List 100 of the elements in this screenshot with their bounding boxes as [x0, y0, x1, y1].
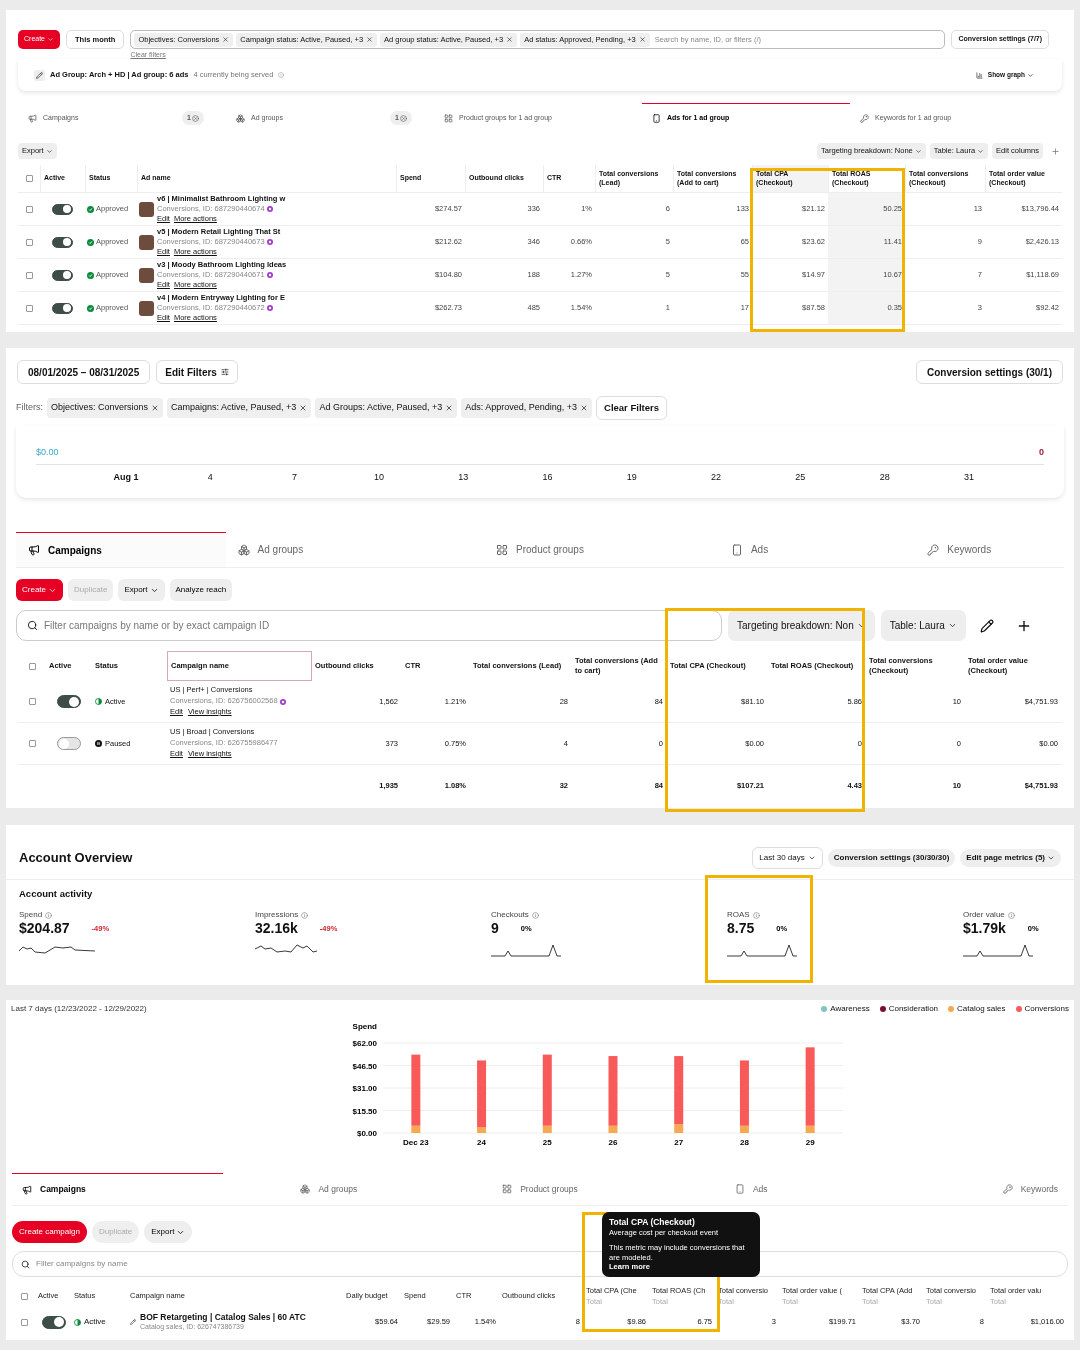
sparkline-drawing [727, 942, 797, 959]
axis-title: Spend [352, 1022, 377, 1031]
close-icon[interactable] [506, 36, 514, 43]
legend-label: Consideration [888, 1003, 939, 1015]
date-range-label: Last 7 days (12/23/2022 - 12/29/2022) [11, 1003, 147, 1015]
info-icon [1007, 911, 1015, 919]
conversion-settings-button[interactable]: Conversion settings (30/30/30) [827, 849, 956, 867]
tab-icon [652, 114, 661, 123]
info-icon [531, 911, 539, 919]
close-icon[interactable] [222, 36, 230, 43]
close-icon[interactable] [445, 404, 454, 412]
tab-label: Campaigns [48, 543, 102, 558]
axis-label: $0.00 [356, 1129, 377, 1138]
tab[interactable]: Keywords [856, 1173, 1068, 1205]
tab-icon [496, 543, 509, 556]
tab[interactable]: Product groups [434, 1173, 646, 1205]
close-icon[interactable] [638, 36, 646, 43]
axis-label: 7 [291, 470, 299, 484]
legend-label: Awareness [830, 1003, 870, 1015]
axis-label: 16 [541, 470, 554, 484]
tab[interactable]: Product groups [435, 532, 645, 567]
filter-chip[interactable]: Ad Groups: Active, Paused, +3 [315, 398, 458, 418]
action-button[interactable]: Create [16, 579, 63, 601]
action-button[interactable]: Export [144, 1221, 193, 1243]
toggle-switch[interactable] [57, 737, 81, 750]
toggle-switch[interactable] [52, 269, 73, 281]
conversion-settings-button[interactable]: Conversion settings (30/1) [915, 360, 1063, 384]
tab[interactable]: Ads [644, 532, 855, 567]
tab-icon [22, 1184, 32, 1195]
targeting-breakdown-dropdown[interactable]: Targeting breakdown: Non [728, 610, 875, 641]
toggle-switch[interactable] [52, 203, 73, 215]
caret-icon [1027, 71, 1034, 79]
tab[interactable]: Ad groups [223, 1173, 435, 1205]
legend-label: Conversions [1024, 1003, 1069, 1015]
close-icon[interactable] [151, 404, 160, 412]
date-range-button[interactable]: 08/01/2025 – 08/31/2025 [17, 360, 151, 384]
axis-label: 4 [206, 470, 214, 484]
action-button[interactable]: Export [118, 579, 165, 601]
edit-metrics-button[interactable]: Edit page metrics (5) [960, 849, 1061, 867]
axis-label: 25 [542, 1138, 552, 1147]
axis-label: 26 [608, 1138, 618, 1147]
checkbox[interactable] [28, 698, 36, 705]
metric-label: Order value [963, 909, 1005, 922]
tab-label: Ads [750, 543, 769, 557]
tab[interactable]: Ad groups [225, 532, 436, 567]
metric-label: ROAS [727, 909, 750, 922]
tab[interactable]: Campaigns [12, 1173, 224, 1205]
search-icon [21, 1259, 30, 1269]
action-button[interactable]: Create campaign [12, 1221, 87, 1243]
filter-chip[interactable]: Objectives: Conversions [47, 398, 164, 418]
caret-icon [807, 854, 816, 862]
caret-icon [914, 147, 922, 155]
axis-label: $62.00 [352, 1039, 377, 1048]
checkbox[interactable] [25, 175, 33, 182]
metric-value: 9 [491, 921, 499, 937]
tab[interactable]: Keywords [854, 532, 1064, 567]
tab-icon [237, 543, 250, 556]
tab-label: Keywords [1020, 1182, 1058, 1196]
tab-icon [1002, 1184, 1013, 1194]
toggle-switch[interactable] [52, 302, 73, 314]
toggle-switch[interactable] [42, 1315, 66, 1329]
tab-icon [730, 543, 743, 556]
edit-icon[interactable] [979, 618, 994, 633]
tab-label: Campaigns [40, 1183, 86, 1196]
close-icon[interactable] [366, 36, 374, 43]
checkbox[interactable] [20, 1318, 28, 1326]
checkbox[interactable] [28, 662, 36, 670]
info-icon [45, 911, 53, 919]
clear-filters-button[interactable]: Clear Filters [596, 396, 667, 420]
close-icon[interactable] [299, 404, 308, 412]
section-title: Account activity [18, 887, 94, 901]
checkbox[interactable] [25, 304, 33, 312]
checkbox[interactable] [25, 238, 33, 246]
action-button[interactable]: Analyze reach [169, 579, 233, 601]
axis-label: 13 [457, 470, 470, 484]
search-placeholder: Filter campaigns by name or by exact campaign ID [44, 619, 270, 633]
edit-filters-button[interactable]: Edit Filters [156, 360, 238, 384]
filter-chip[interactable]: Campaigns: Active, Paused, +3 [167, 398, 312, 418]
metric-value: 32.16k [255, 921, 298, 937]
checkbox[interactable] [25, 271, 33, 279]
axis-label: 22 [710, 470, 723, 484]
toggle-switch[interactable] [57, 695, 81, 708]
tab[interactable]: Campaigns [16, 532, 226, 567]
toggle-switch[interactable] [52, 236, 73, 248]
range-dropdown[interactable]: Last 30 days [752, 847, 823, 869]
info-icon [752, 911, 760, 919]
bar-chart-icon [975, 71, 983, 79]
checkbox[interactable] [25, 205, 33, 213]
filter-chip[interactable]: Ads: Approved, Pending, +3 [461, 398, 593, 418]
tooltip-title: Total CPA (Checkout) [609, 1217, 696, 1229]
checkbox[interactable] [20, 1292, 28, 1300]
tab-icon [444, 113, 453, 123]
axis-label: 19 [625, 470, 638, 484]
table-dropdown[interactable]: Table: Laura [880, 610, 966, 641]
close-icon[interactable] [580, 404, 589, 412]
tab[interactable]: Ads [645, 1173, 857, 1205]
tab-icon [28, 544, 40, 556]
search-icon [27, 620, 38, 631]
search-field[interactable]: Filter campaigns by name or by exact campaign ID [16, 610, 722, 641]
checkbox[interactable] [28, 740, 36, 747]
